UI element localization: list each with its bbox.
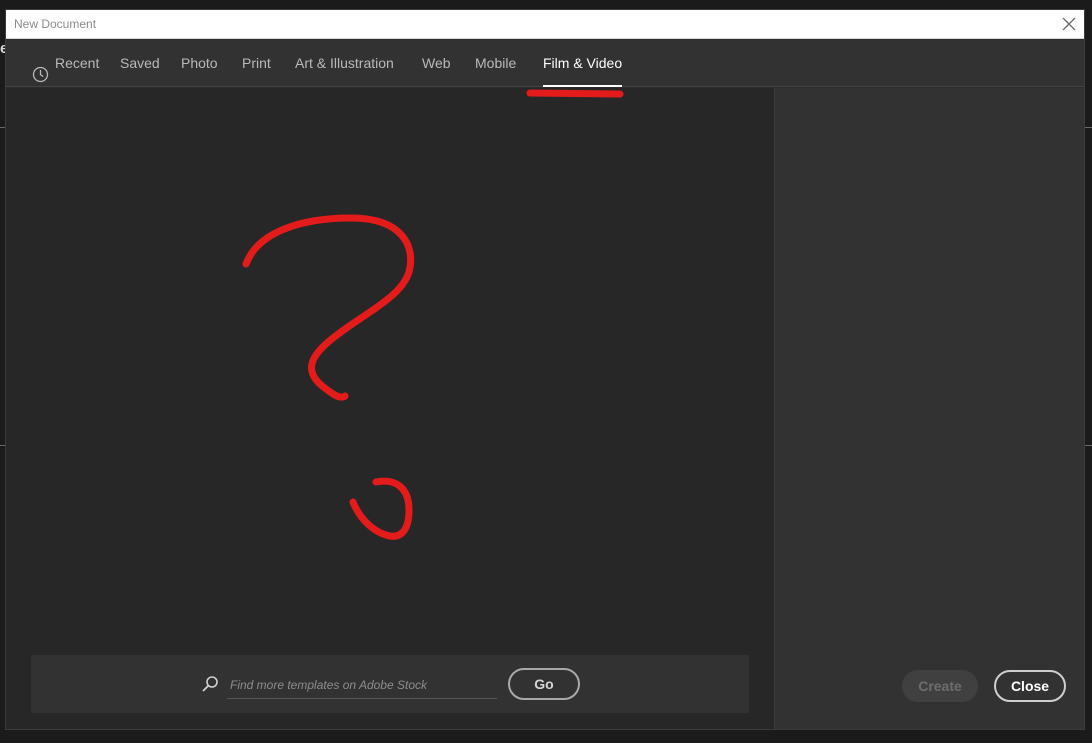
tab-label: Print bbox=[242, 55, 271, 71]
tab-recent[interactable]: Recent bbox=[32, 40, 100, 87]
clock-icon bbox=[32, 55, 49, 83]
category-tabs: Recent Saved Photo Print Art & Illustrat… bbox=[6, 40, 1084, 87]
go-button[interactable]: Go bbox=[508, 668, 580, 700]
dialog-title: New Document bbox=[14, 17, 97, 31]
stock-search-bar: Go bbox=[31, 655, 749, 713]
stock-search-input[interactable] bbox=[227, 672, 497, 699]
search-icon bbox=[201, 675, 219, 693]
tab-label: Art & Illustration bbox=[295, 55, 394, 71]
tab-label: Web bbox=[422, 55, 451, 71]
tab-print[interactable]: Print bbox=[242, 40, 271, 87]
tab-label: Mobile bbox=[475, 55, 517, 71]
title-bar: New Document bbox=[6, 10, 1084, 39]
tab-label: Photo bbox=[181, 55, 218, 71]
tab-saved[interactable]: Saved bbox=[120, 40, 160, 87]
tab-film-video[interactable]: Film & Video bbox=[543, 40, 623, 87]
close-icon[interactable] bbox=[1060, 15, 1078, 33]
new-document-dialog: New Document Recent Saved Photo Print Ar… bbox=[5, 9, 1085, 730]
tab-web[interactable]: Web bbox=[422, 40, 451, 87]
tab-label: Recent bbox=[55, 55, 100, 71]
tab-mobile[interactable]: Mobile bbox=[475, 40, 516, 87]
background-divider bbox=[1084, 445, 1092, 446]
templates-panel: Go bbox=[6, 88, 774, 729]
tab-photo[interactable]: Photo bbox=[181, 40, 218, 87]
background-divider bbox=[1084, 127, 1092, 128]
tab-art-illustration[interactable]: Art & Illustration bbox=[295, 40, 394, 87]
details-panel: Create Close bbox=[774, 88, 1084, 729]
create-button[interactable]: Create bbox=[902, 670, 978, 702]
close-button[interactable]: Close bbox=[994, 670, 1066, 702]
tab-label: Film & Video bbox=[543, 55, 623, 71]
tab-label: Saved bbox=[120, 55, 160, 71]
